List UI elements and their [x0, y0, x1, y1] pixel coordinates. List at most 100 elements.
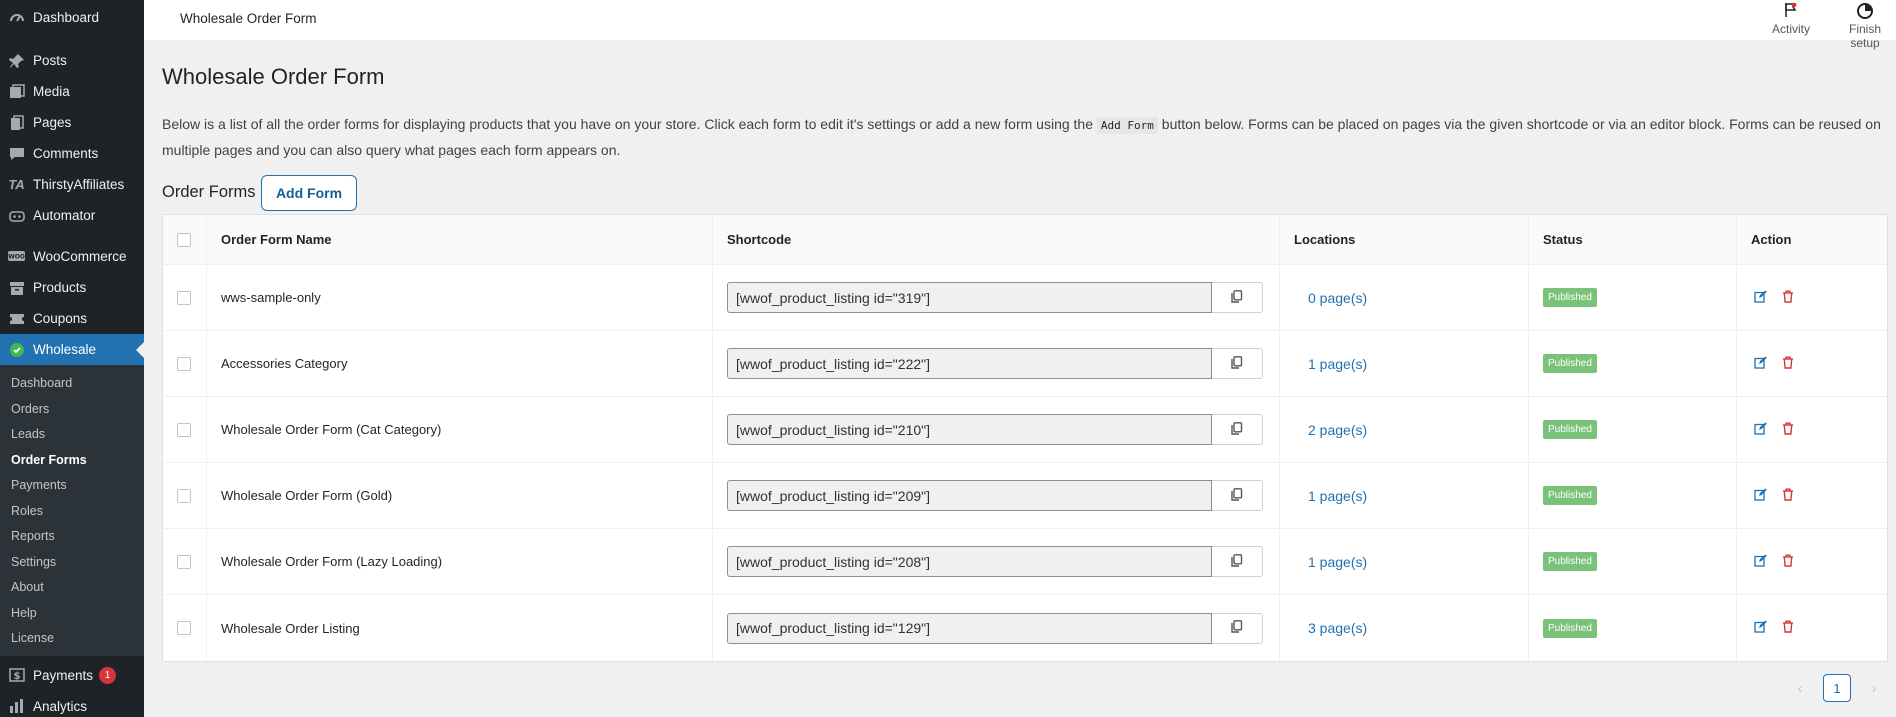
locations-link[interactable]: 1 page(s) [1308, 554, 1367, 570]
menu-dashboard[interactable]: Dashboard [0, 2, 144, 33]
submenu-item-leads[interactable]: Leads [0, 422, 144, 448]
menu-comments[interactable]: Comments [0, 138, 144, 169]
form-name[interactable]: Wholesale Order Form (Lazy Loading) [221, 554, 442, 569]
locations-link[interactable]: 1 page(s) [1308, 488, 1367, 504]
submenu-item-help[interactable]: Help [0, 601, 144, 627]
trash-icon [1782, 356, 1794, 372]
page-title: Wholesale Order Form [162, 64, 385, 89]
wholesale-icon [8, 341, 25, 358]
shortcode-cell [713, 595, 1280, 661]
menu-pages[interactable]: Pages [0, 107, 144, 138]
edit-button[interactable] [1751, 421, 1769, 439]
finish-setup-label: Finish setup [1848, 22, 1881, 50]
locations-link[interactable]: 3 page(s) [1308, 620, 1367, 636]
shortcode-input[interactable] [727, 546, 1212, 577]
shortcode-input[interactable] [727, 414, 1212, 445]
menu-woocommerce[interactable]: WOO WooCommerce [0, 241, 144, 272]
menu-wholesale[interactable]: Wholesale [0, 334, 144, 365]
row-checkbox[interactable] [177, 290, 191, 305]
copy-shortcode-button[interactable] [1212, 282, 1263, 313]
row-checkbox[interactable] [177, 554, 191, 569]
table-body: wws-sample-only 0 page(s) Published Accesso… [163, 265, 1887, 661]
table-row: Wholesale Order Form (Lazy Loading) 1 pag… [163, 529, 1887, 595]
submenu-item-roles[interactable]: Roles [0, 499, 144, 525]
next-page-button[interactable]: › [1860, 674, 1888, 702]
intro-text: Below is a list of all the order forms f… [162, 116, 1097, 132]
submenu-item-settings[interactable]: Settings [0, 550, 144, 576]
activity-button[interactable]: Activity [1772, 2, 1810, 36]
form-name[interactable]: Wholesale Order Listing [221, 621, 360, 636]
column-header-name[interactable]: Order Form Name [207, 215, 713, 264]
shortcode-input[interactable] [727, 480, 1212, 511]
shortcode-input[interactable] [727, 282, 1212, 313]
row-checkbox[interactable] [177, 488, 191, 503]
submenu-item-reports[interactable]: Reports [0, 524, 144, 550]
status-cell: Published [1529, 397, 1737, 462]
page-number-button[interactable]: 1 [1823, 674, 1851, 702]
row-checkbox[interactable] [177, 422, 191, 437]
finish-setup-button[interactable]: Finish setup [1834, 2, 1896, 50]
select-all-checkbox[interactable] [177, 232, 191, 247]
form-name[interactable]: wws-sample-only [221, 290, 321, 305]
menu-thirstyaffiliates[interactable]: TA ThirstyAffiliates [0, 169, 144, 200]
submenu-item-license[interactable]: License [0, 626, 144, 652]
form-name[interactable]: Wholesale Order Form (Gold) [221, 488, 392, 503]
menu-automator[interactable]: Automator [0, 200, 144, 231]
copy-shortcode-button[interactable] [1212, 612, 1263, 644]
status-badge: Published [1543, 618, 1597, 638]
edit-button[interactable] [1751, 487, 1769, 505]
row-checkbox[interactable] [177, 356, 191, 371]
menu-products[interactable]: Products [0, 272, 144, 303]
trash-icon [1782, 290, 1794, 306]
shortcode-group [727, 348, 1263, 379]
submenu-item-orders[interactable]: Orders [0, 397, 144, 423]
menu-payments[interactable]: $ Payments 1 [0, 660, 144, 691]
action-cell [1737, 529, 1887, 594]
row-checkbox[interactable] [177, 621, 191, 635]
delete-button[interactable] [1779, 421, 1797, 439]
copy-shortcode-button[interactable] [1212, 480, 1263, 511]
form-name[interactable]: Accessories Category [221, 356, 347, 371]
menu-media[interactable]: Media [0, 76, 144, 107]
status-cell: Published [1529, 595, 1737, 661]
locations-link[interactable]: 1 page(s) [1308, 356, 1367, 372]
form-name[interactable]: Wholesale Order Form (Cat Category) [221, 422, 441, 437]
add-form-button[interactable]: Add Form [261, 175, 357, 211]
copy-shortcode-button[interactable] [1212, 348, 1263, 379]
locations-link[interactable]: 0 page(s) [1308, 290, 1367, 306]
edit-button[interactable] [1751, 619, 1769, 637]
submenu-item-payments[interactable]: Payments [0, 473, 144, 499]
menu-analytics[interactable]: Analytics [0, 691, 144, 717]
submenu-item-order-forms[interactable]: Order Forms [0, 448, 144, 474]
submenu-item-about[interactable]: About [0, 575, 144, 601]
flag-icon [1772, 2, 1810, 22]
delete-button[interactable] [1779, 553, 1797, 571]
comment-icon [8, 145, 25, 162]
edit-button[interactable] [1751, 289, 1769, 307]
ta-icon: TA [8, 177, 25, 192]
svg-text:$: $ [13, 671, 20, 682]
prev-page-button[interactable]: ‹ [1786, 674, 1814, 702]
action-cell [1737, 397, 1887, 462]
shortcode-input[interactable] [727, 348, 1212, 379]
locations-link[interactable]: 2 page(s) [1308, 422, 1367, 438]
section-title: Order Forms [162, 183, 256, 201]
delete-button[interactable] [1779, 487, 1797, 505]
submenu-item-dashboard[interactable]: Dashboard [0, 371, 144, 397]
edit-button[interactable] [1751, 355, 1769, 373]
menu-posts[interactable]: Posts [0, 45, 144, 76]
shortcode-input[interactable] [727, 612, 1212, 644]
edit-icon [1753, 554, 1767, 570]
delete-button[interactable] [1779, 619, 1797, 637]
form-name-cell: wws-sample-only [207, 265, 713, 330]
menu-label: WooCommerce [33, 249, 127, 264]
copy-shortcode-button[interactable] [1212, 414, 1263, 445]
menu-coupons[interactable]: Coupons [0, 303, 144, 334]
delete-button[interactable] [1779, 289, 1797, 307]
table-row: Accessories Category 1 page(s) Published [163, 331, 1887, 397]
edit-button[interactable] [1751, 553, 1769, 571]
status-cell: Published [1529, 463, 1737, 528]
shortcode-cell [713, 529, 1280, 594]
delete-button[interactable] [1779, 355, 1797, 373]
copy-shortcode-button[interactable] [1212, 546, 1263, 577]
